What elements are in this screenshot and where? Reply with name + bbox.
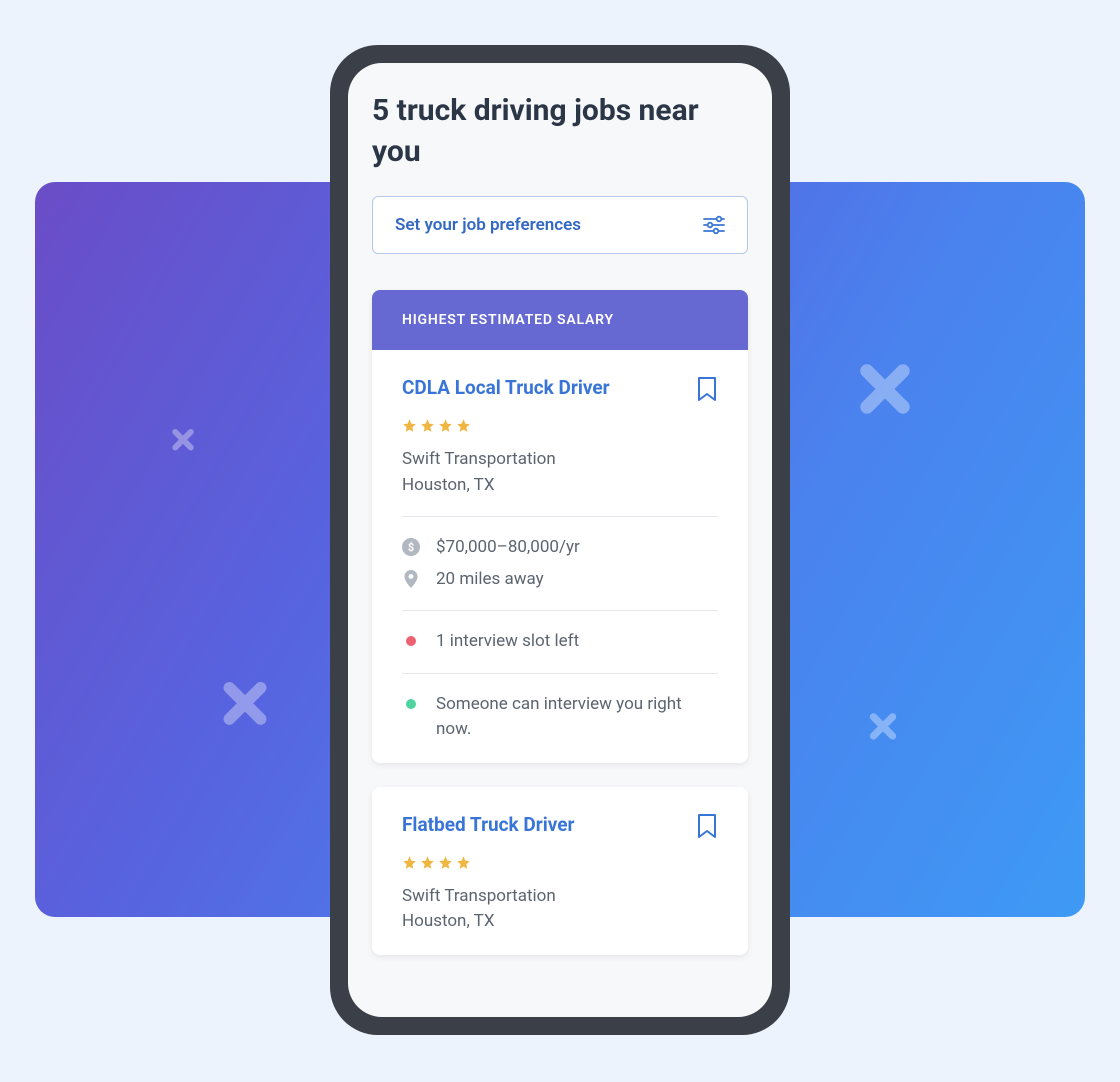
decoration-x-icon bbox=[219, 680, 271, 732]
set-preferences-label: Set your job preferences bbox=[395, 215, 581, 235]
bookmark-button[interactable] bbox=[696, 813, 718, 843]
bookmark-icon bbox=[696, 376, 718, 402]
availability-text: Someone can interview you right now. bbox=[436, 692, 718, 743]
phone-frame: 5 truck driving jobs near you Set your j… bbox=[330, 45, 790, 1035]
decoration-x-icon bbox=[170, 428, 196, 454]
star-icon bbox=[438, 855, 453, 870]
interview-slots-text: 1 interview slot left bbox=[436, 629, 718, 655]
star-icon bbox=[402, 418, 417, 433]
highest-salary-badge: HIGHEST ESTIMATED SALARY bbox=[372, 290, 748, 350]
star-icon bbox=[402, 855, 417, 870]
page-title: 5 truck driving jobs near you bbox=[372, 91, 748, 172]
job-card[interactable]: Flatbed Truck Driver Swift Transportatio… bbox=[372, 787, 748, 955]
decoration-x-icon bbox=[855, 362, 915, 422]
location-pin-icon bbox=[402, 570, 420, 588]
job-title[interactable]: Flatbed Truck Driver bbox=[402, 813, 575, 836]
decoration-x-icon bbox=[867, 712, 899, 744]
star-icon bbox=[456, 418, 471, 433]
sliders-icon bbox=[703, 215, 725, 235]
svg-text:$: $ bbox=[408, 541, 414, 554]
set-preferences-button[interactable]: Set your job preferences bbox=[372, 196, 748, 254]
divider bbox=[402, 610, 718, 611]
bookmark-button[interactable] bbox=[696, 376, 718, 406]
job-location: Houston, TX bbox=[402, 473, 718, 499]
available-indicator-icon bbox=[406, 699, 416, 709]
job-card[interactable]: HIGHEST ESTIMATED SALARY CDLA Local Truc… bbox=[372, 290, 748, 763]
star-icon bbox=[420, 418, 435, 433]
dollar-icon: $ bbox=[402, 538, 420, 556]
star-icon bbox=[438, 418, 453, 433]
company-name: Swift Transportation bbox=[402, 884, 718, 910]
job-title[interactable]: CDLA Local Truck Driver bbox=[402, 376, 610, 399]
star-icon bbox=[456, 855, 471, 870]
rating-stars bbox=[402, 418, 718, 433]
phone-screen: 5 truck driving jobs near you Set your j… bbox=[348, 63, 772, 1017]
distance-text: 20 miles away bbox=[436, 567, 718, 593]
job-location: Houston, TX bbox=[402, 909, 718, 935]
divider bbox=[402, 516, 718, 517]
rating-stars bbox=[402, 855, 718, 870]
star-icon bbox=[420, 855, 435, 870]
salary-text: $70,000–80,000/yr bbox=[436, 535, 718, 561]
urgency-indicator-icon bbox=[406, 636, 416, 646]
bookmark-icon bbox=[696, 813, 718, 839]
divider bbox=[402, 673, 718, 674]
company-name: Swift Transportation bbox=[402, 447, 718, 473]
